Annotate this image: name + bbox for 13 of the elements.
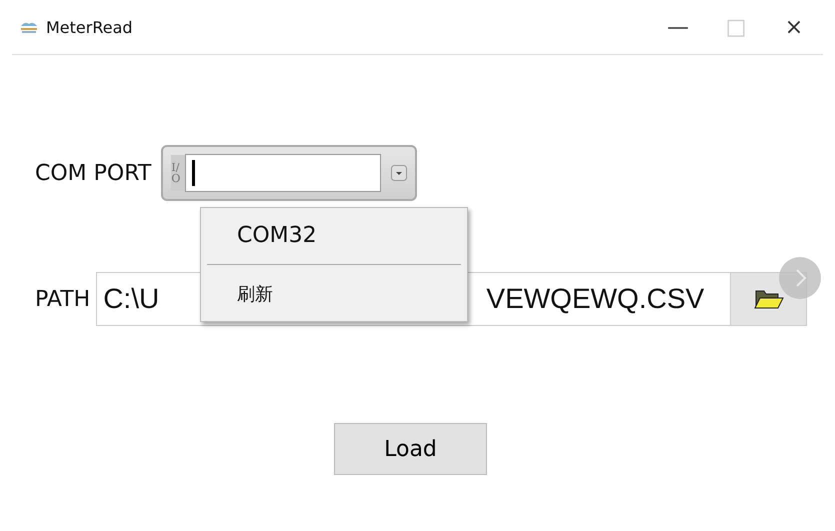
app-icon <box>20 20 38 34</box>
folder-icon <box>754 288 784 310</box>
path-label: PATH <box>35 286 90 312</box>
window-title: MeterRead <box>46 18 133 36</box>
io-badge: I/O <box>171 155 186 191</box>
dropdown-option[interactable]: COM32 <box>201 212 467 258</box>
load-button[interactable]: Load <box>334 423 487 475</box>
text-cursor <box>192 160 196 186</box>
dropdown-option[interactable]: 刷新 <box>201 271 467 317</box>
minimize-button[interactable]: — <box>649 7 707 47</box>
com-port-label: COM PORT <box>35 160 152 186</box>
dropdown-icon[interactable] <box>391 165 408 181</box>
close-button[interactable]: × <box>765 7 823 47</box>
